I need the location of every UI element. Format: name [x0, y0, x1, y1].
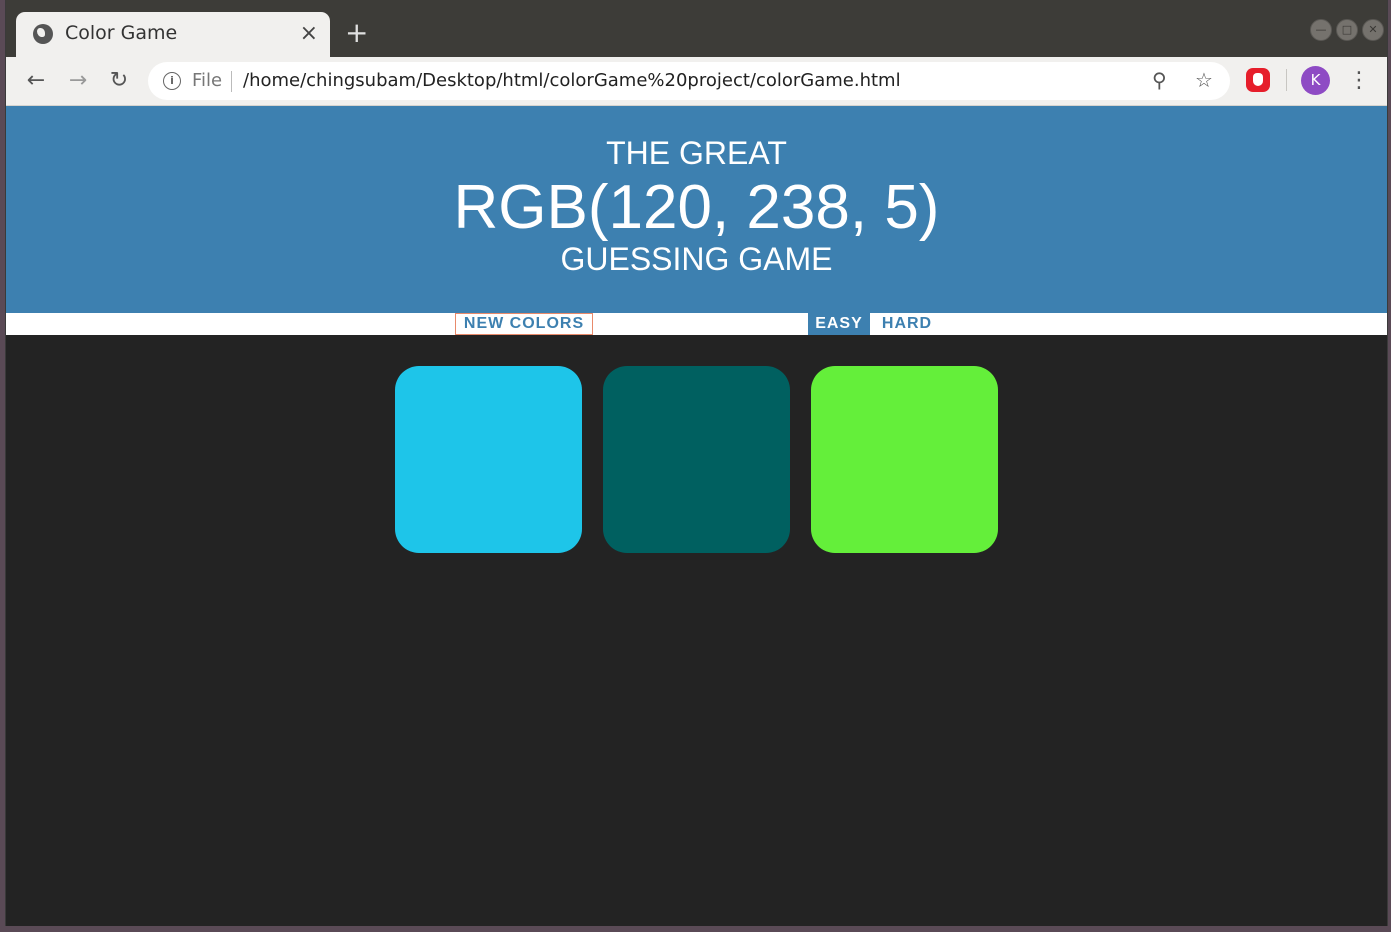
info-icon[interactable]: i: [163, 72, 181, 90]
color-square[interactable]: [603, 366, 790, 553]
rgb-display: RGB(120, 238, 5): [453, 173, 940, 242]
forward-icon[interactable]: →: [62, 65, 94, 97]
color-square[interactable]: [811, 366, 998, 553]
toolbar-divider: [1286, 69, 1287, 91]
minimize-icon[interactable]: —: [1310, 19, 1332, 41]
omnibox-divider: [231, 71, 232, 92]
tab-title: Color Game: [65, 22, 178, 44]
page-content: THE GREAT RGB(120, 238, 5) GUESSING GAME…: [6, 106, 1387, 926]
new-colors-button[interactable]: NEW COLORS: [455, 313, 593, 335]
color-square[interactable]: [395, 366, 582, 553]
color-squares-grid: [395, 366, 999, 556]
new-tab-icon[interactable]: +: [345, 16, 368, 49]
header-title-bottom: GUESSING GAME: [560, 241, 833, 277]
tab-color-game[interactable]: Color Game ×: [16, 12, 330, 57]
header-title-top: THE GREAT: [606, 135, 787, 171]
game-header: THE GREAT RGB(120, 238, 5) GUESSING GAME: [6, 106, 1387, 313]
tab-close-icon[interactable]: ×: [300, 21, 318, 46]
controls-stripe: NEW COLORS EASY HARD: [6, 313, 1387, 335]
kebab-menu-icon[interactable]: ⋮: [1348, 66, 1370, 96]
reload-icon[interactable]: ↻: [103, 65, 135, 97]
url-text[interactable]: /home/chingsubam/Desktop/html/colorGame%…: [243, 70, 901, 91]
adblock-extension-icon[interactable]: [1246, 68, 1270, 92]
bookmark-star-icon[interactable]: ☆: [1195, 68, 1213, 92]
globe-icon: [33, 24, 53, 44]
back-icon[interactable]: ←: [20, 65, 52, 97]
profile-avatar[interactable]: K: [1301, 66, 1330, 95]
file-scheme-label: File: [192, 70, 223, 91]
window-close-icon[interactable]: ✕: [1362, 19, 1384, 41]
tab-strip: Color Game × + — □ ✕: [6, 0, 1387, 57]
browser-window: Color Game × + — □ ✕ ← → ↻ i File /home/…: [5, 0, 1388, 926]
maximize-icon[interactable]: □: [1336, 19, 1358, 41]
zoom-icon[interactable]: ⚲: [1152, 68, 1167, 92]
easy-mode-button[interactable]: EASY: [808, 313, 870, 335]
browser-toolbar: ← → ↻ i File /home/chingsubam/Desktop/ht…: [6, 57, 1387, 106]
address-bar[interactable]: i File /home/chingsubam/Desktop/html/col…: [148, 62, 1230, 100]
hard-mode-button[interactable]: HARD: [872, 313, 942, 335]
